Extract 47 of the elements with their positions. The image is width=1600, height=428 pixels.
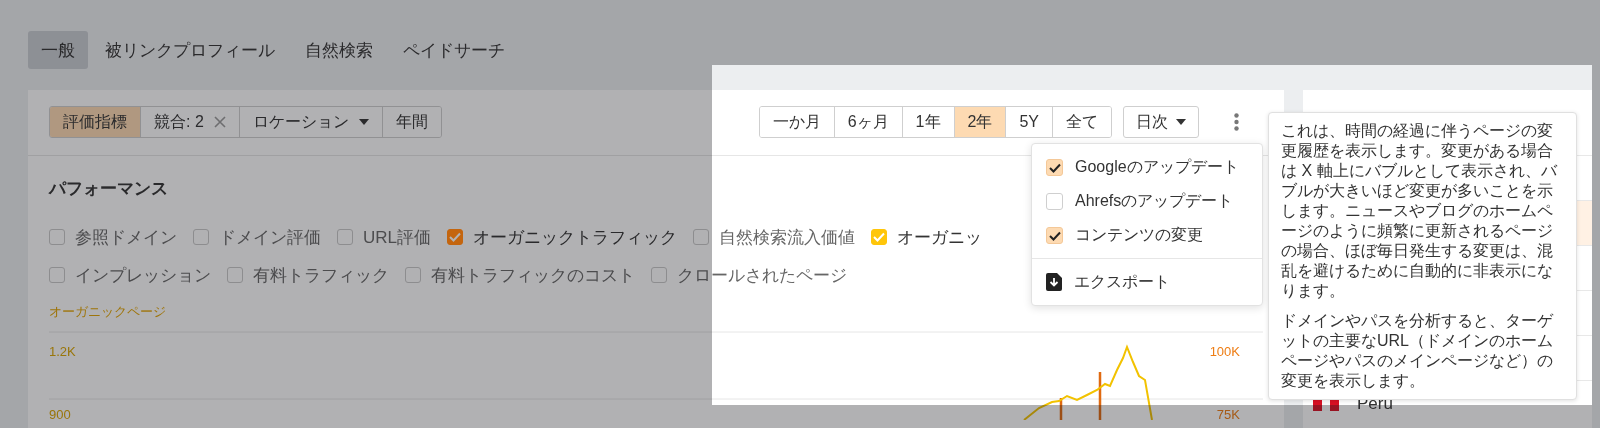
series-label: オーガニックページ — [49, 303, 167, 321]
tab[interactable]: 被リンクプロフィール — [92, 31, 288, 69]
axis-label: 1.2K — [49, 344, 76, 360]
checkbox[interactable] — [49, 267, 65, 283]
checkbox[interactable] — [193, 229, 209, 245]
checkbox-label: 参照ドメイン — [75, 226, 177, 249]
menu-item[interactable]: Ahrefsのアップデート — [1032, 184, 1262, 218]
axis-label: 900 — [49, 407, 71, 423]
checkbox[interactable] — [871, 229, 887, 245]
range-button[interactable]: 全て — [1052, 107, 1111, 137]
checkbox-label: 有料トラフィック — [253, 264, 389, 287]
tooltip-text: これは、時間の経過に伴うページの変更履歴を表示します。変更がある場合は X 軸上にバブルとして表示され、バブルが大きいほど変更が多いことを示します。ニュースやブログのホームページのように頻繁に更新されるページの場合、ほぼ毎日発生する変更は、混乱を避けるために自動的に非表示になります。 — [1281, 121, 1558, 301]
checkbox[interactable] — [49, 229, 65, 245]
interval-dropdown[interactable]: 日次 — [1123, 106, 1199, 138]
checkbox-label: 自然検索流入価値 — [719, 226, 855, 249]
caret-icon — [1176, 119, 1186, 125]
tab[interactable]: ペイドサーチ — [390, 31, 518, 69]
checkbox-label: URL評価 — [363, 226, 431, 249]
close-icon[interactable] — [213, 116, 226, 128]
more-icon — [1234, 113, 1239, 131]
axis-label: 100K — [1209, 344, 1240, 360]
checkbox-label: インプレッション — [75, 264, 211, 287]
tooltip-text: ドメインやパスを分析すると、ターゲットの主要なURL（ドメインのホームページやパスのメインページなど）の変更を表示します。 — [1281, 311, 1555, 391]
checkbox-label: オーガニッ — [897, 226, 982, 249]
checkbox[interactable] — [447, 229, 463, 245]
checkbox-label: オーガニックトラフィック — [473, 226, 677, 249]
checkbox[interactable] — [227, 267, 243, 283]
menu-item[interactable]: Googleのアップデート — [1032, 150, 1262, 184]
checkbox-label: ドメイン評価 — [219, 226, 321, 249]
tab[interactable]: 一般 — [28, 31, 88, 69]
export-menu-item[interactable]: エクスポート — [1032, 265, 1262, 299]
caret-icon — [358, 119, 369, 125]
download-file-icon — [1046, 273, 1062, 291]
section-title: パフォーマンス — [49, 178, 168, 200]
checkbox[interactable] — [693, 229, 709, 245]
spike-drawing — [1059, 370, 1102, 420]
checkbox[interactable] — [337, 229, 353, 245]
range-button[interactable]: 2年 — [953, 107, 1006, 137]
filter-button[interactable]: 評価指標 — [50, 107, 140, 137]
axis-label: 75K — [1216, 407, 1240, 423]
filter-button[interactable]: 年間 — [381, 107, 441, 137]
menu-item[interactable]: コンテンツの変更 — [1032, 218, 1262, 252]
checkbox-label: 有料トラフィックのコスト — [431, 264, 635, 287]
checkbox[interactable] — [651, 267, 667, 283]
checkbox[interactable] — [405, 267, 421, 283]
checkbox-label: クロールされたページ — [677, 264, 847, 287]
tab[interactable]: 自然検索 — [292, 31, 386, 69]
